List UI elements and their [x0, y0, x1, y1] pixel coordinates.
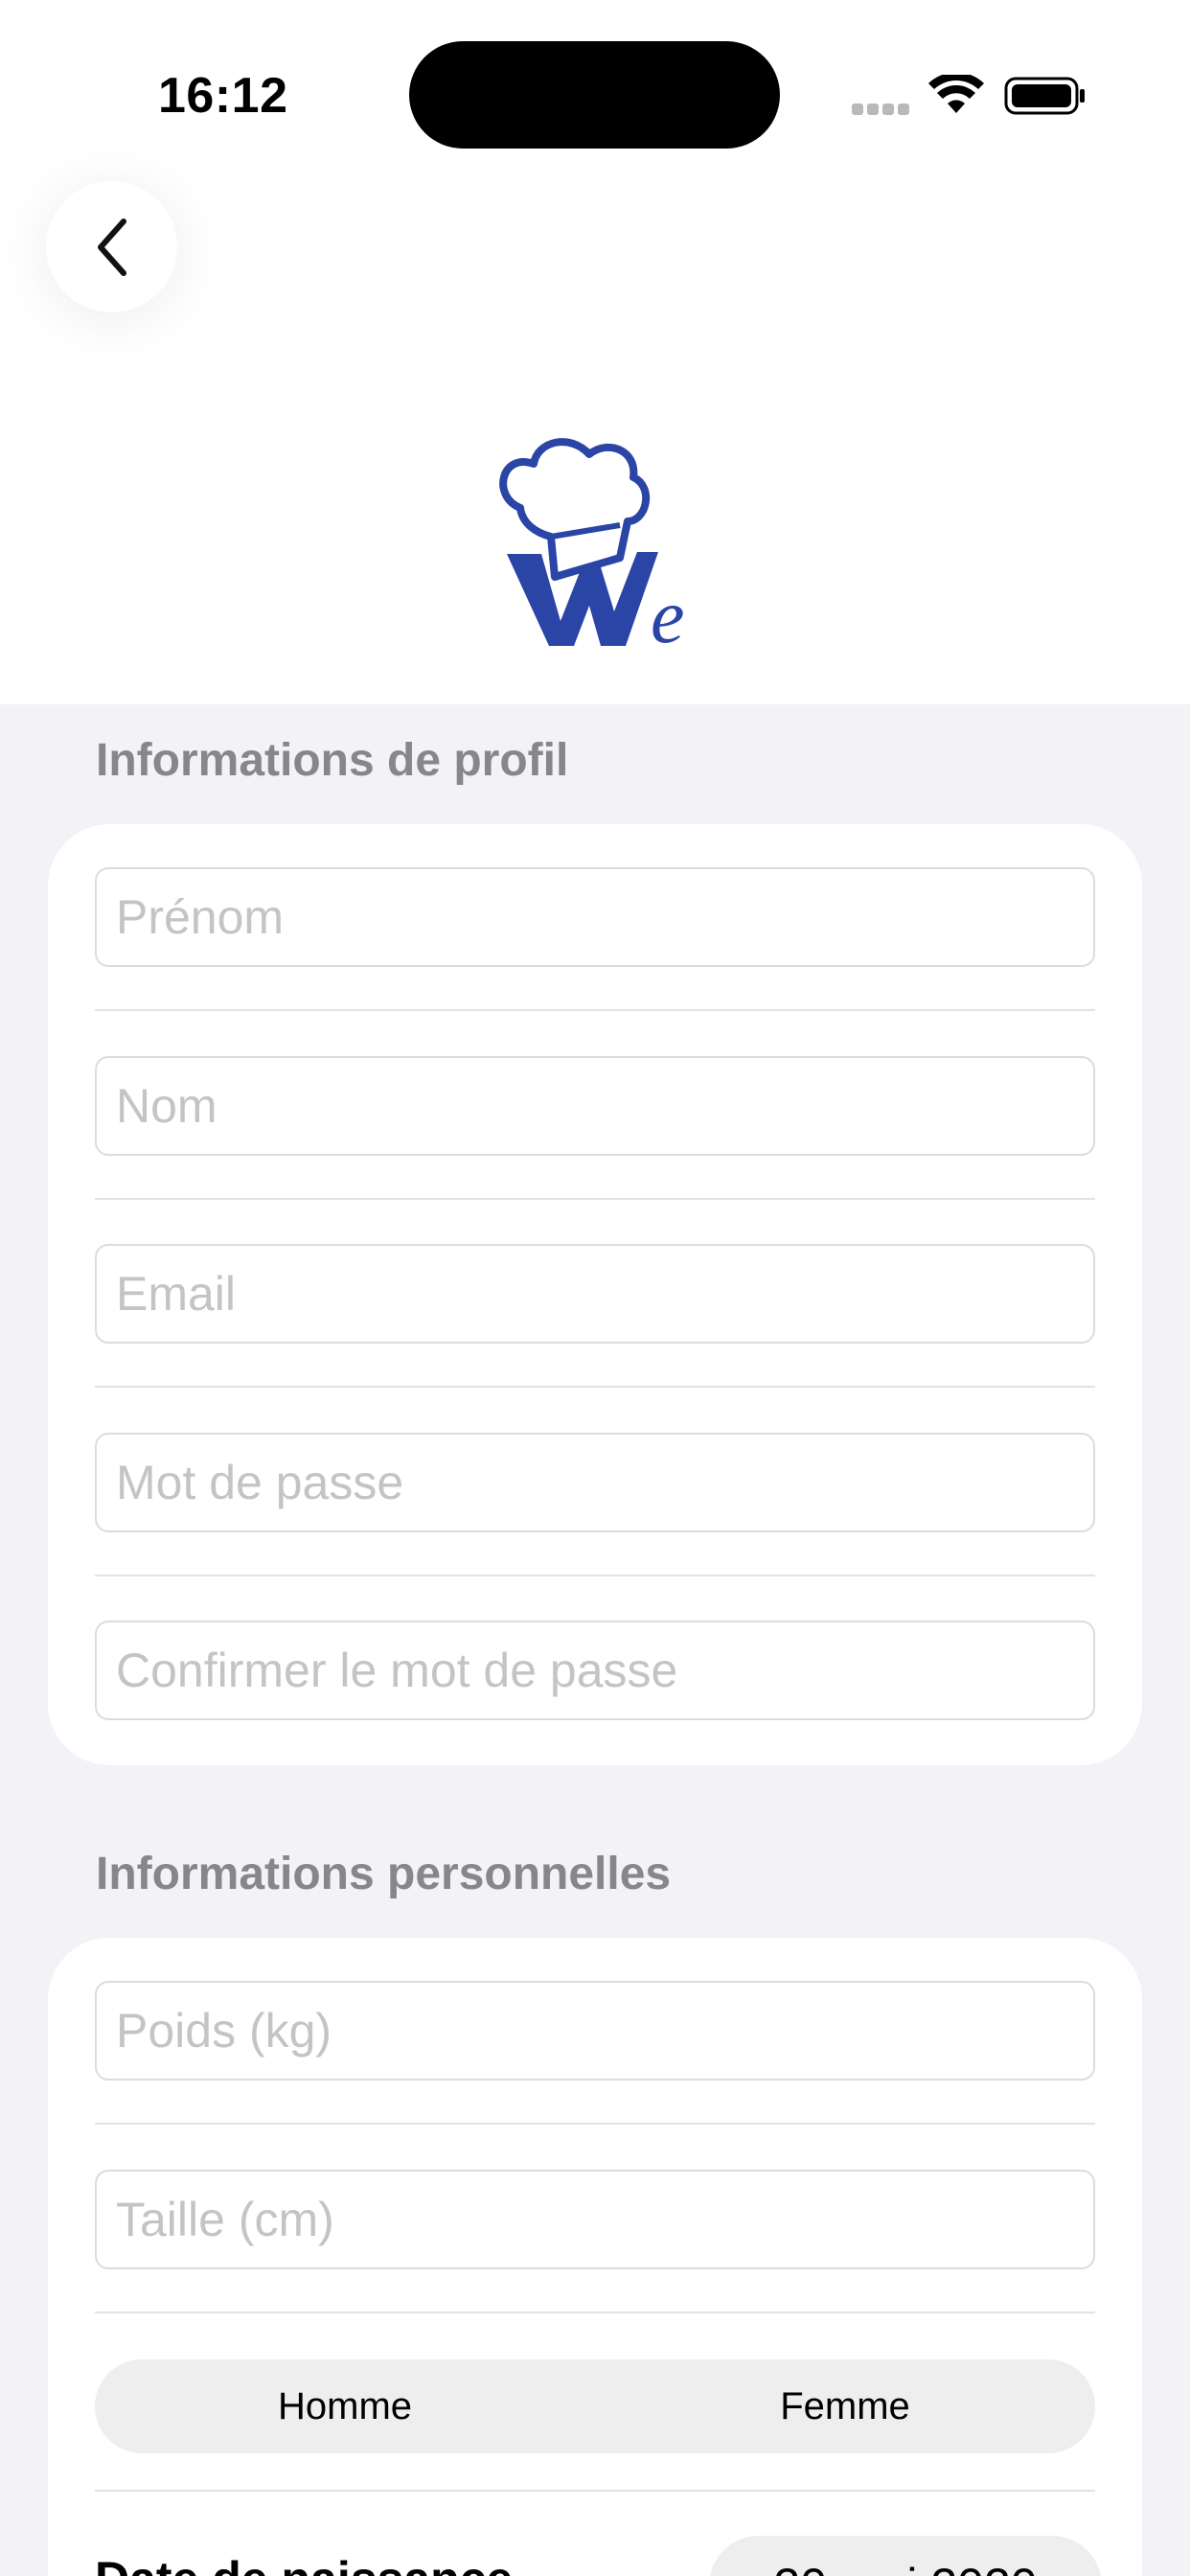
gender-segmented-control[interactable]: Homme Femme: [95, 2359, 1095, 2453]
gender-option-femme[interactable]: Femme: [595, 2359, 1095, 2453]
svg-text:e: e: [651, 575, 685, 654]
battery-icon: [1004, 77, 1085, 115]
birth-date-picker[interactable]: 20 mai 2020: [709, 2536, 1102, 2576]
divider: [95, 2312, 1095, 2313]
last-name-field[interactable]: [95, 1056, 1095, 1156]
divider: [95, 1009, 1095, 1011]
brand-logo: e: [499, 438, 685, 654]
divider: [95, 2123, 1095, 2125]
divider: [95, 1198, 1095, 1200]
back-button[interactable]: [46, 181, 177, 312]
personal-card: Homme Femme Date de naissance 20 mai 202…: [48, 1938, 1142, 2576]
weight-field[interactable]: [95, 1981, 1095, 2081]
birth-date-label: Date de naissance: [95, 2551, 513, 2576]
profile-section-title: Informations de profil: [96, 735, 569, 786]
confirm-password-field[interactable]: [95, 1621, 1095, 1720]
wifi-icon: [928, 75, 984, 113]
first-name-field[interactable]: [95, 867, 1095, 967]
personal-section-title: Informations personnelles: [96, 1849, 672, 1899]
profile-card: [48, 824, 1142, 1765]
divider: [95, 1575, 1095, 1576]
password-field[interactable]: [95, 1433, 1095, 1532]
dynamic-island: [409, 41, 780, 149]
status-time: 16:12: [158, 68, 288, 124]
gender-option-homme[interactable]: Homme: [95, 2359, 595, 2453]
height-field[interactable]: [95, 2170, 1095, 2269]
email-field[interactable]: [95, 1244, 1095, 1344]
chevron-left-icon: [97, 218, 126, 276]
cellular-signal-icon: [852, 103, 913, 120]
divider: [95, 1386, 1095, 1388]
divider: [95, 2490, 1095, 2492]
